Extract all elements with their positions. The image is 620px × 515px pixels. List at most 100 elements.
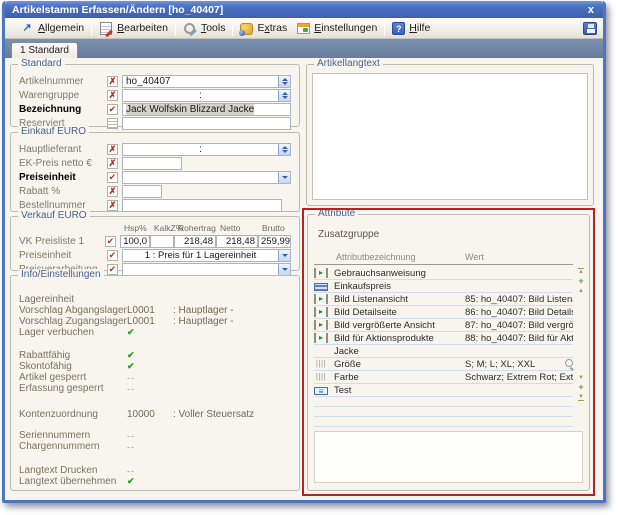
info-row: Langtext Drucken--: [19, 465, 291, 476]
info-row: Kontenzuordnung10000: Voller Steuersatz: [19, 409, 291, 420]
group-info: Info/Einstellungen Lagereinheit Vorschla…: [10, 275, 300, 491]
info-row: Seriennummern--: [19, 430, 291, 441]
add-row-button[interactable]: +: [578, 278, 583, 285]
group-title: Info/Einstellungen: [18, 269, 104, 281]
scroll-down-button[interactable]: ▼: [578, 375, 584, 381]
attribute-row[interactable]: Test: [314, 384, 573, 397]
info-row: Lagereinheit: [19, 294, 291, 305]
attribute-row[interactable]: Farbe Schwarz; Extrem Rot; Extre: [314, 371, 573, 384]
dropdown-arrow-button[interactable]: [278, 264, 290, 275]
attribute-row[interactable]: Jacke: [314, 345, 573, 358]
menu-einstellungen[interactable]: Einstellungen: [292, 19, 382, 37]
add-row-button[interactable]: +: [578, 384, 583, 391]
close-button[interactable]: x: [585, 4, 597, 16]
title-bar: Artikelstamm Erfassen/Ändern [ho_40407] …: [5, 1, 603, 18]
info-row: Erfassung gesperrt--: [19, 383, 291, 394]
netto-field[interactable]: 218,48: [216, 235, 258, 248]
scroll-up-button[interactable]: ▲: [578, 288, 584, 294]
extras-toolbox-icon: [240, 23, 253, 35]
dropdown-arrow-button[interactable]: [278, 172, 290, 183]
attribute-row[interactable]: Gebrauchsanweisung: [314, 267, 573, 280]
info-row: Rabattfähig✔: [19, 350, 291, 361]
preiseinheit-dropdown[interactable]: [122, 171, 291, 184]
info-row: Vorschlag AbgangslagerL0001: Hauptlager …: [19, 305, 291, 316]
artikelnummer-field[interactable]: ho_40407: [122, 75, 291, 88]
group-langtext: Artikellangtext: [306, 64, 594, 206]
bestellnummer-field[interactable]: [122, 199, 282, 212]
field-row: Hauptlieferant :: [19, 142, 291, 156]
field-row: EK-Preis netto €: [19, 156, 291, 170]
arrow-up-right-icon: ↗: [20, 21, 34, 35]
magnifier-icon[interactable]: [564, 359, 574, 369]
hsp-field[interactable]: 100,0: [120, 235, 150, 248]
save-button[interactable]: [583, 22, 597, 35]
field-row: VK Preisliste 1 100,0 218,48 218,48 259,…: [19, 234, 291, 248]
desktop: Artikelstamm Erfassen/Ändern [ho_40407] …: [0, 0, 620, 515]
group-einkauf: Einkauf EURO Hauptlieferant : EK-Preis n…: [10, 132, 300, 212]
menu-extras[interactable]: Extras: [235, 19, 292, 37]
spinner-buttons[interactable]: [278, 90, 290, 101]
info-row: Lager verbuchen✔: [19, 327, 291, 338]
rohertrag-field[interactable]: 218,48: [174, 235, 216, 248]
reserviert-field[interactable]: [122, 117, 291, 130]
attribute-row[interactable]: Bild für Aktionsprodukte 88: ho_40407: B…: [314, 332, 573, 345]
bezeichnung-field[interactable]: Jack Wolfskin Blizzard Jacke: [122, 103, 291, 116]
attribute-row[interactable]: Größe S; M; L; XL; XXL: [314, 358, 573, 371]
app-window: Artikelstamm Erfassen/Ändern [ho_40407] …: [2, 1, 606, 503]
tab-standard[interactable]: 1 Standard: [11, 42, 78, 58]
mandatory-cross-icon: [107, 76, 118, 87]
price-column-headers: Hsp% KalkZ% Rohertrag Netto Brutto: [11, 223, 299, 233]
window-title: Artikelstamm Erfassen/Ändern [ho_40407]: [12, 4, 585, 16]
filled-check-icon: [105, 236, 116, 247]
attribute-empty-row: [314, 397, 573, 407]
ek-preis-field[interactable]: [122, 157, 182, 170]
info-row: Chargennummern--: [19, 441, 291, 452]
hauptlieferant-field[interactable]: :: [122, 143, 291, 156]
menu-bearbeiten[interactable]: Bearbeiten: [94, 19, 173, 37]
toolbar-separator: [232, 21, 233, 36]
group-verkauf: Verkauf EURO Hsp% KalkZ% Rohertrag Netto…: [10, 216, 300, 271]
dash-indicator: --: [127, 466, 173, 476]
field-row: Preiseinheit 1 : Preis für 1 Lagereinhei…: [19, 248, 291, 262]
attribute-row[interactable]: Bild Listenansicht 85: ho_40407: Bild Li…: [314, 293, 573, 306]
dash-indicator: --: [127, 442, 173, 452]
mandatory-cross-icon: [107, 90, 118, 101]
scroll-to-bottom-button[interactable]: ▼: [578, 394, 584, 401]
menu-label: Allgemein: [38, 22, 84, 34]
zusatzgruppe-label: Zusatzgruppe: [318, 229, 379, 240]
dropdown-arrow-button[interactable]: [278, 250, 290, 261]
vk-preiseinheit-dropdown[interactable]: 1 : Preis für 1 Lagereinheit: [122, 249, 291, 262]
warengruppe-field[interactable]: :: [122, 89, 291, 102]
attribute-row[interactable]: Bild vergrößerte Ansicht 87: ho_40407: B…: [314, 319, 573, 332]
menu-hilfe[interactable]: ? Hilfe: [387, 19, 435, 37]
attribute-row[interactable]: Bild Detailseite 86: ho_40407: Bild Deta…: [314, 306, 573, 319]
mandatory-cross-icon: [107, 144, 118, 155]
filled-check-icon: [107, 172, 118, 183]
spinner-buttons[interactable]: [278, 144, 290, 155]
kalkz-field[interactable]: [150, 235, 174, 248]
text-attribute-icon: [314, 268, 328, 278]
attribute-table-header: Attributbezeichnung Wert: [314, 252, 573, 265]
price-attribute-icon: [314, 283, 328, 291]
text-attribute-icon: [314, 320, 328, 330]
selection-attribute-icon: [314, 372, 328, 382]
spinner-buttons[interactable]: [278, 76, 290, 87]
selection-attribute-icon: [314, 359, 328, 369]
group-attribute: Attribute Zusatzgruppe Attributbezeichnu…: [307, 214, 590, 491]
group-title: Verkauf EURO: [18, 210, 90, 222]
menu-label: Einstellungen: [314, 22, 377, 34]
scroll-to-top-button[interactable]: ▲: [578, 268, 584, 275]
group-title: Attribute: [315, 208, 358, 220]
menu-label: Hilfe: [409, 22, 430, 34]
list-nav-top: ▲ + ▲: [576, 268, 586, 294]
menu-allgemein[interactable]: ↗ Allgemein: [15, 19, 89, 37]
preisverarbeitung-dropdown[interactable]: [122, 263, 291, 276]
dash-indicator: --: [127, 373, 173, 383]
attribute-value-panel[interactable]: [314, 431, 583, 483]
menu-tools[interactable]: Tools: [178, 19, 231, 37]
langtext-textarea[interactable]: [312, 73, 588, 200]
no-icon: [314, 346, 328, 356]
brutto-field[interactable]: 259,99: [258, 235, 291, 248]
attribute-row[interactable]: Einkaufspreis: [314, 280, 573, 293]
rabatt-field[interactable]: [122, 185, 162, 198]
